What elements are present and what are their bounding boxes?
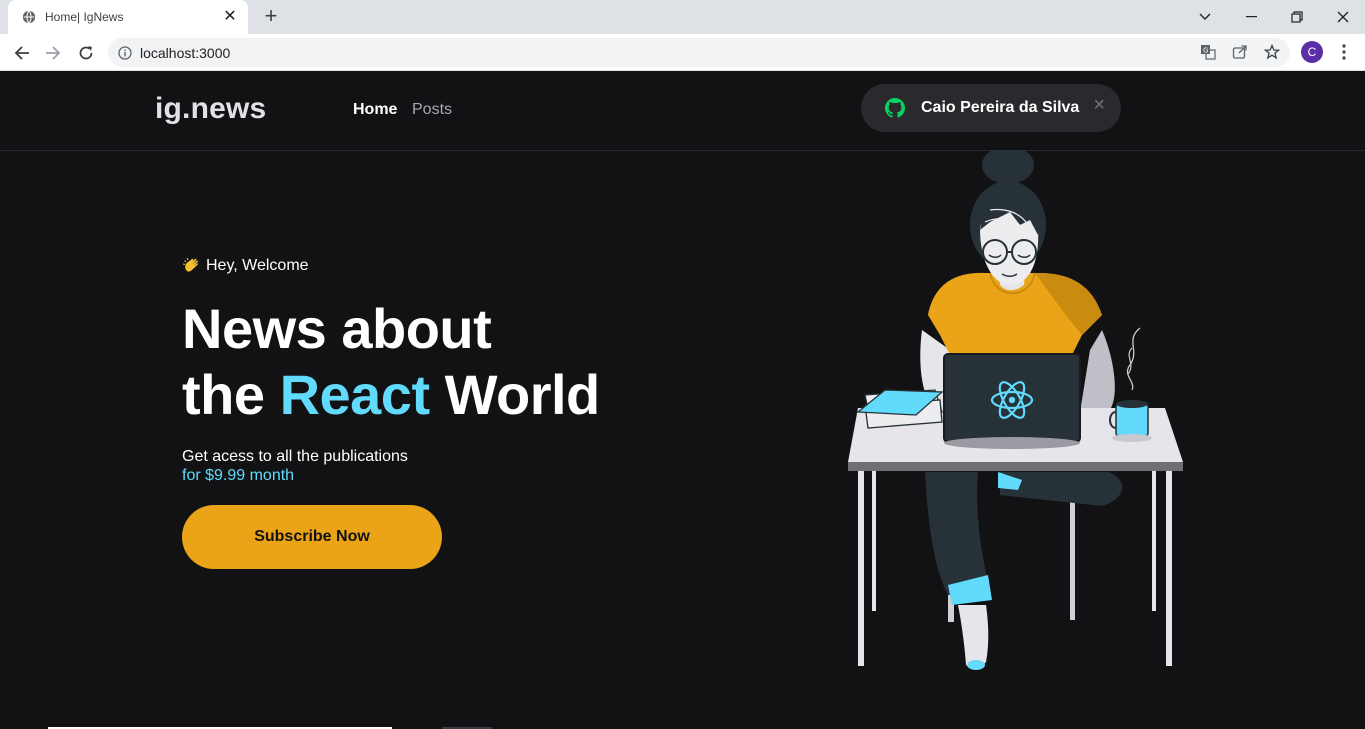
svg-text:G: G — [1203, 47, 1208, 55]
tab-close-icon[interactable]: ✕ — [222, 9, 238, 25]
avatar-illustration — [848, 150, 1183, 670]
reload-button[interactable] — [73, 40, 99, 66]
browser-toolbar: localhost:3000 G — [0, 34, 1365, 71]
signout-close-icon[interactable]: × — [1093, 95, 1105, 115]
address-bar[interactable]: localhost:3000 — [108, 38, 1290, 67]
tab-search-icon[interactable] — [1182, 0, 1228, 34]
profile-avatar[interactable]: C — [1301, 41, 1323, 63]
nav-posts-link[interactable]: Posts — [412, 101, 452, 119]
headline-world: World — [429, 363, 601, 426]
welcome-text: Hey, Welcome — [206, 257, 309, 274]
globe-icon — [22, 10, 36, 24]
github-icon — [885, 98, 905, 118]
tab-title: Home| IgNews — [45, 10, 124, 24]
minimize-button[interactable] — [1228, 0, 1274, 34]
headline-line1: News about — [182, 297, 492, 360]
nav-home-link[interactable]: Home — [353, 101, 397, 119]
browser-tab[interactable]: Home| IgNews ✕ — [8, 0, 248, 34]
headline-accent: React — [279, 363, 431, 426]
user-name: Caio Pereira da Silva — [921, 99, 1080, 116]
restore-button[interactable] — [1274, 0, 1320, 34]
url-text: localhost:3000 — [140, 44, 231, 61]
bookmark-star-icon[interactable] — [1260, 40, 1284, 64]
new-tab-button[interactable]: + — [260, 5, 282, 27]
site-header: ig.news Home Posts Caio Pereira da Silva… — [0, 71, 1365, 151]
forward-button[interactable] — [40, 40, 66, 66]
browser-menu-icon[interactable] — [1334, 41, 1354, 63]
close-window-button[interactable] — [1320, 0, 1365, 34]
subscribe-button[interactable]: Subscribe Now — [182, 505, 442, 569]
welcome-greeting: Hey, Welcome — [182, 256, 309, 276]
logo[interactable]: ig.news — [155, 92, 266, 126]
hero-price: for $9.99 month — [182, 467, 295, 484]
headline-the: the — [182, 363, 280, 426]
share-icon[interactable] — [1228, 40, 1252, 64]
browser-tab-strip: Home| IgNews ✕ + — [0, 0, 1365, 34]
back-button[interactable] — [9, 40, 35, 66]
info-icon[interactable] — [118, 45, 132, 60]
clapping-hands-icon — [182, 257, 199, 272]
hero-subtitle: Get acess to all the publications — [182, 448, 408, 465]
hero-headline: News about the React World — [182, 296, 600, 428]
signin-github-button[interactable]: Caio Pereira da Silva × — [861, 84, 1121, 132]
translate-icon[interactable]: G — [1196, 40, 1220, 64]
